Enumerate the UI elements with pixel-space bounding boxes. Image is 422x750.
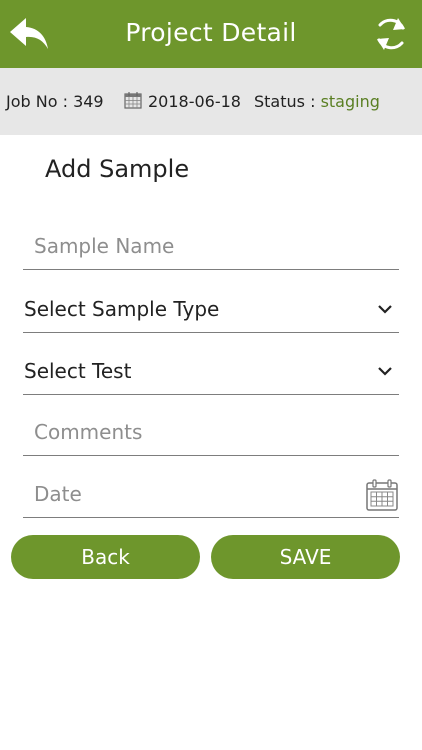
status-label: Status : staging bbox=[254, 92, 380, 111]
test-label: Select Test bbox=[24, 359, 132, 383]
project-info-bar: Job No : 349 2018-06-18 Status : staging bbox=[0, 68, 422, 135]
page-title: Project Detail bbox=[125, 18, 297, 47]
date-input[interactable] bbox=[34, 472, 334, 516]
comments-field bbox=[23, 410, 399, 456]
chevron-down-icon bbox=[377, 301, 393, 317]
sample-type-label: Select Sample Type bbox=[24, 297, 220, 321]
job-number: Job No : 349 bbox=[6, 92, 104, 111]
status-badge: staging bbox=[320, 92, 380, 111]
comments-input[interactable] bbox=[34, 410, 364, 454]
calendar-picker-icon[interactable] bbox=[365, 478, 399, 512]
sample-name-input[interactable] bbox=[34, 224, 364, 268]
calendar-icon bbox=[124, 91, 142, 109]
test-select[interactable]: Select Test bbox=[23, 349, 399, 395]
status-label-text: Status : bbox=[254, 92, 316, 111]
back-button[interactable]: Back bbox=[11, 535, 200, 579]
save-button[interactable]: SAVE bbox=[211, 535, 400, 579]
project-date: 2018-06-18 bbox=[148, 92, 241, 111]
app-header: Project Detail bbox=[0, 0, 422, 68]
form-title: Add Sample bbox=[45, 155, 190, 183]
refresh-icon[interactable] bbox=[372, 14, 410, 54]
sample-name-field bbox=[23, 224, 399, 270]
date-field bbox=[23, 472, 399, 518]
chevron-down-icon bbox=[377, 363, 393, 379]
sample-type-select[interactable]: Select Sample Type bbox=[23, 287, 399, 333]
